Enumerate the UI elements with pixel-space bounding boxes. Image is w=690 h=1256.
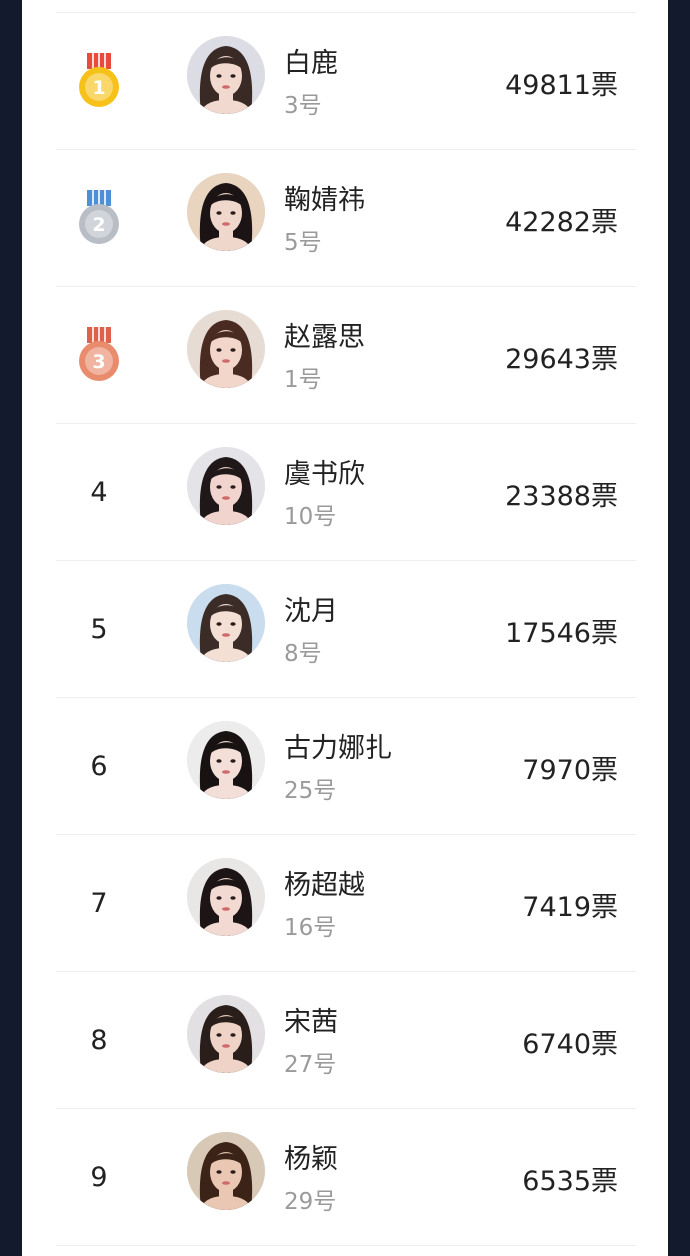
contestant-name: 宋茜 [284, 1007, 338, 1038]
avatar [187, 995, 265, 1073]
avatar [187, 584, 265, 662]
portrait-image [187, 447, 265, 525]
contestant-number: 3号 [284, 93, 322, 119]
rank-number: 9 [90, 1161, 108, 1193]
vote-count: 17546票 [505, 618, 618, 649]
contestant-number: 5号 [284, 230, 322, 256]
avatar [187, 721, 265, 799]
gold-medal-icon: 1 [79, 53, 119, 107]
vote-count: 49811票 [505, 70, 618, 101]
rank-number: 8 [90, 1024, 108, 1056]
portrait-image [187, 173, 265, 251]
portrait-image [187, 310, 265, 388]
rank-cell: 8 [62, 972, 136, 1108]
ranking-row-7[interactable]: 7 杨超越 16号 7419票 [22, 835, 668, 972]
avatar [187, 36, 265, 114]
right-frame-border [668, 0, 690, 1256]
rank-cell: 9 [62, 1109, 136, 1245]
portrait-image [187, 36, 265, 114]
vote-count: 6740票 [522, 1029, 618, 1060]
contestant-number: 16号 [284, 915, 337, 941]
rank-number: 5 [90, 613, 108, 645]
bronze-medal-icon: 3 [79, 327, 119, 381]
contestant-name: 鞠婧祎 [284, 185, 365, 216]
vote-count: 6535票 [522, 1166, 618, 1197]
vote-count: 42282票 [505, 207, 618, 238]
portrait-image [187, 584, 265, 662]
rank-number: 6 [90, 750, 108, 782]
avatar [187, 173, 265, 251]
silver-medal-icon: 2 [79, 190, 119, 244]
vote-count: 29643票 [505, 344, 618, 375]
contestant-number: 8号 [284, 641, 322, 667]
ranking-row-9[interactable]: 9 杨颖 29号 6535票 [22, 1109, 668, 1246]
avatar [187, 447, 265, 525]
rank-cell: 5 [62, 561, 136, 697]
ranking-row-4[interactable]: 4 虞书欣 10号 23388票 [22, 424, 668, 561]
contestant-name: 虞书欣 [284, 459, 365, 490]
ranking-list: 1 白鹿 3号 49811票 2 鞠婧祎 5号 42282票 3 赵露思 1号 … [22, 13, 668, 1246]
portrait-image [187, 858, 265, 936]
svg-text:2: 2 [92, 214, 105, 236]
vote-count: 7419票 [522, 892, 618, 923]
contestant-number: 27号 [284, 1052, 337, 1078]
rank-medal: 1 [62, 13, 136, 149]
contestant-name: 杨超越 [284, 870, 365, 901]
contestant-name: 杨颖 [284, 1144, 338, 1175]
svg-text:3: 3 [92, 351, 105, 373]
contestant-number: 29号 [284, 1189, 337, 1215]
contestant-number: 25号 [284, 778, 337, 804]
ranking-panel: 1 白鹿 3号 49811票 2 鞠婧祎 5号 42282票 3 赵露思 1号 … [22, 0, 668, 1256]
contestant-name: 白鹿 [284, 48, 338, 79]
avatar [187, 858, 265, 936]
portrait-image [187, 1132, 265, 1210]
vote-count: 23388票 [505, 481, 618, 512]
ranking-row-2[interactable]: 2 鞠婧祎 5号 42282票 [22, 150, 668, 287]
ranking-row-6[interactable]: 6 古力娜扎 25号 7970票 [22, 698, 668, 835]
rank-number: 4 [90, 476, 108, 508]
ranking-row-8[interactable]: 8 宋茜 27号 6740票 [22, 972, 668, 1109]
contestant-name: 古力娜扎 [284, 733, 392, 764]
rank-cell: 7 [62, 835, 136, 971]
avatar [187, 1132, 265, 1210]
portrait-image [187, 721, 265, 799]
rank-number: 7 [90, 887, 108, 919]
ranking-row-3[interactable]: 3 赵露思 1号 29643票 [22, 287, 668, 424]
svg-text:1: 1 [92, 77, 105, 99]
contestant-name: 赵露思 [284, 322, 365, 353]
rank-cell: 6 [62, 698, 136, 834]
left-frame-border [0, 0, 22, 1256]
contestant-name: 沈月 [284, 596, 338, 627]
ranking-row-5[interactable]: 5 沈月 8号 17546票 [22, 561, 668, 698]
ranking-row-1[interactable]: 1 白鹿 3号 49811票 [22, 13, 668, 150]
rank-medal: 2 [62, 150, 136, 286]
portrait-image [187, 995, 265, 1073]
rank-cell: 4 [62, 424, 136, 560]
contestant-number: 10号 [284, 504, 337, 530]
rank-medal: 3 [62, 287, 136, 423]
avatar [187, 310, 265, 388]
contestant-number: 1号 [284, 367, 322, 393]
vote-count: 7970票 [522, 755, 618, 786]
